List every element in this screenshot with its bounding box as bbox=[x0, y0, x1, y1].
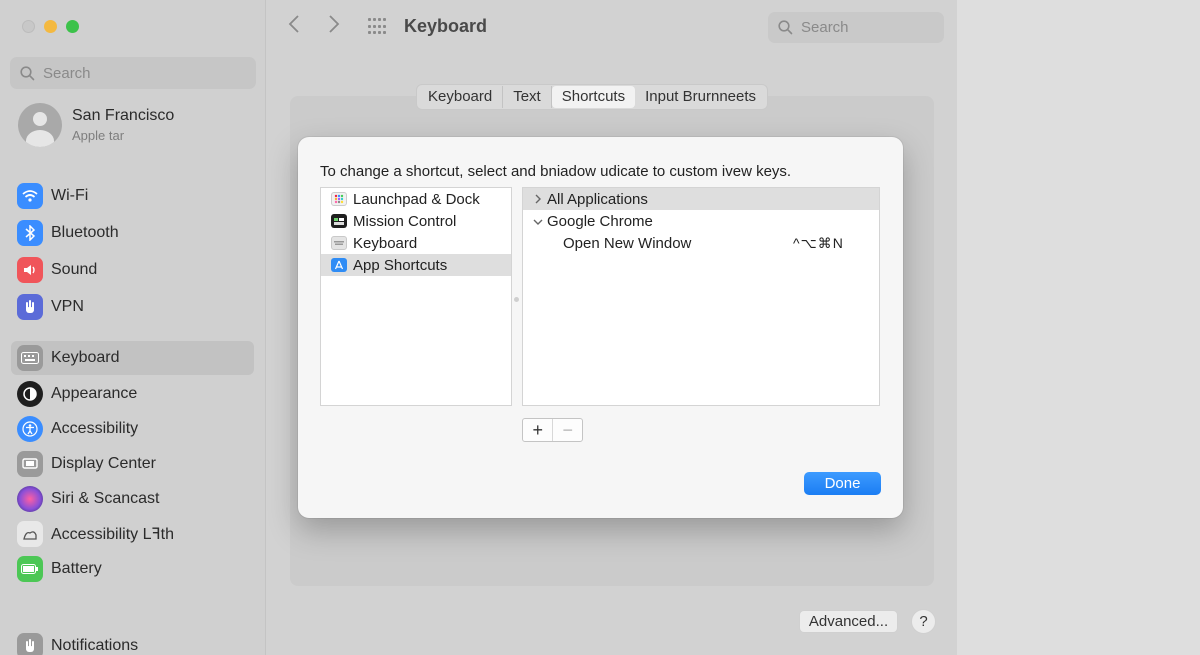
sidebar-item-display-center[interactable]: Display Center bbox=[11, 447, 254, 481]
list-item[interactable]: App Shortcuts bbox=[321, 254, 511, 276]
toolbar: Keyboard bbox=[266, 0, 957, 56]
accessibility-icon bbox=[17, 416, 43, 442]
shortcut-key[interactable]: ^⌥⌘N bbox=[793, 235, 844, 252]
sidebar-item-sound[interactable]: Sound bbox=[11, 253, 254, 287]
chevron-left-icon bbox=[288, 15, 299, 33]
desktop-background bbox=[957, 0, 1200, 655]
sidebar-item-accessibility-lath[interactable]: Accessibility Lꟻth bbox=[11, 517, 254, 551]
tab-keyboard[interactable]: Keyboard bbox=[418, 86, 504, 108]
shortcut-title: Open New Window bbox=[563, 234, 692, 252]
shortcut-group-row[interactable]: All Applications bbox=[523, 188, 879, 210]
account-subtitle: Apple tar bbox=[72, 128, 125, 143]
account-name: San Francisco bbox=[72, 107, 175, 124]
app-store-icon bbox=[331, 258, 347, 272]
siri-icon bbox=[17, 486, 43, 512]
list-item[interactable]: Launchpad & Dock bbox=[321, 188, 511, 210]
mission-control-icon bbox=[331, 214, 347, 228]
toolbar-search[interactable] bbox=[768, 12, 944, 43]
segmented-tabs: Keyboard Text Shortcuts Input Brurnneets bbox=[416, 84, 769, 110]
search-icon bbox=[20, 65, 35, 80]
hand-icon bbox=[17, 294, 43, 320]
sidebar-item-bluetooth[interactable]: Bluetooth bbox=[11, 216, 254, 250]
sidebar-item-label: Notifications bbox=[51, 637, 139, 654]
done-button[interactable]: Done bbox=[804, 472, 881, 495]
list-item[interactable]: Keyboard bbox=[321, 232, 511, 254]
sidebar-item-label: Siri & Scancast bbox=[51, 490, 160, 507]
wifi-icon bbox=[17, 183, 43, 209]
bluetooth-icon bbox=[17, 220, 43, 246]
shortcut-group-row[interactable]: Google Chrome bbox=[523, 210, 879, 232]
sidebar-item-vpn[interactable]: VPN bbox=[11, 290, 254, 324]
dialog-instruction: To change a shortcut, select and bniadow… bbox=[320, 163, 792, 180]
sidebar-item-notifications[interactable]: Notifications bbox=[11, 629, 254, 655]
chevron-right-icon[interactable] bbox=[529, 192, 547, 207]
sidebar-item-label: VPN bbox=[51, 298, 84, 315]
notifications-icon bbox=[17, 633, 43, 655]
zoom-button[interactable] bbox=[66, 20, 79, 33]
toolbar-search-input[interactable] bbox=[801, 19, 931, 36]
shortcuts-dialog: To change a shortcut, select and bniadow… bbox=[298, 137, 903, 518]
close-button[interactable] bbox=[22, 20, 35, 33]
sidebar-item-label: Display Center bbox=[51, 455, 156, 472]
sidebar-item-label: Battery bbox=[51, 560, 102, 577]
appearance-icon bbox=[17, 381, 43, 407]
keyboard-icon bbox=[331, 236, 347, 250]
settings-window: San Francisco Apple tar Wi-Fi Bluetooth … bbox=[0, 0, 957, 655]
sidebar-item-keyboard[interactable]: Keyboard bbox=[11, 341, 254, 375]
shortcut-list: All Applications Google Chrome Open New … bbox=[522, 187, 880, 406]
sidebar-search[interactable] bbox=[10, 57, 256, 89]
app-group-label: Google Chrome bbox=[547, 212, 653, 230]
tab-shortcuts[interactable]: Shortcuts bbox=[551, 86, 636, 108]
back-button[interactable] bbox=[288, 14, 300, 40]
sidebar-item-label: Appearance bbox=[51, 385, 138, 402]
grid-view-icon[interactable] bbox=[368, 18, 388, 36]
battery-icon bbox=[17, 556, 43, 582]
sidebar-item-wifi[interactable]: Wi-Fi bbox=[11, 179, 254, 213]
sidebar-item-battery[interactable]: Battery bbox=[11, 552, 254, 586]
keyboard-icon bbox=[17, 345, 43, 371]
sidebar-item-label: Sound bbox=[51, 261, 98, 278]
sidebar-item-label: Bluetooth bbox=[51, 224, 119, 241]
account-row[interactable]: San Francisco Apple tar bbox=[18, 103, 174, 147]
category-list: Launchpad & Dock Mission Control Keyboar… bbox=[320, 187, 512, 406]
page-title: Keyboard bbox=[404, 16, 488, 36]
chevron-right-icon bbox=[329, 15, 340, 33]
add-remove-control: + − bbox=[522, 418, 583, 442]
sidebar-item-label: Keyboard bbox=[51, 349, 120, 366]
display-icon bbox=[17, 451, 43, 477]
hand-wave-icon bbox=[17, 521, 43, 547]
list-item-label: Keyboard bbox=[353, 234, 418, 252]
chevron-down-icon[interactable] bbox=[529, 214, 547, 229]
tab-input-sources[interactable]: Input Brurnneets bbox=[635, 86, 766, 108]
help-button[interactable]: ? bbox=[911, 609, 936, 634]
all-applications-label: All Applications bbox=[547, 190, 648, 208]
sound-icon bbox=[17, 257, 43, 283]
list-item-label: Launchpad & Dock bbox=[353, 190, 480, 208]
sidebar-item-label: Accessibility bbox=[51, 420, 139, 437]
sidebar-item-label: Accessibility Lꟻth bbox=[51, 526, 175, 543]
shortcut-row[interactable]: Open New Window ^⌥⌘N bbox=[523, 232, 879, 254]
search-icon bbox=[778, 20, 793, 35]
window-controls bbox=[22, 20, 79, 33]
advanced-button[interactable]: Advanced... bbox=[799, 610, 898, 633]
launchpad-icon bbox=[331, 192, 347, 206]
sidebar-item-label: Wi-Fi bbox=[51, 187, 89, 204]
tab-text[interactable]: Text bbox=[503, 86, 552, 108]
minimize-button[interactable] bbox=[44, 20, 57, 33]
sidebar-search-input[interactable] bbox=[43, 64, 233, 82]
remove-button[interactable]: − bbox=[552, 419, 582, 441]
forward-button[interactable] bbox=[328, 14, 340, 40]
add-button[interactable]: + bbox=[523, 419, 552, 441]
sidebar-item-siri[interactable]: Siri & Scancast bbox=[11, 482, 254, 516]
avatar bbox=[18, 103, 62, 147]
sidebar-item-accessibility[interactable]: Accessibility bbox=[11, 412, 254, 446]
list-item[interactable]: Mission Control bbox=[321, 210, 511, 232]
list-item-label: App Shortcuts bbox=[353, 256, 448, 274]
list-item-label: Mission Control bbox=[353, 212, 457, 230]
sidebar-item-appearance[interactable]: Appearance bbox=[11, 377, 254, 411]
sidebar: San Francisco Apple tar Wi-Fi Bluetooth … bbox=[0, 0, 266, 655]
split-handle[interactable] bbox=[514, 297, 519, 302]
